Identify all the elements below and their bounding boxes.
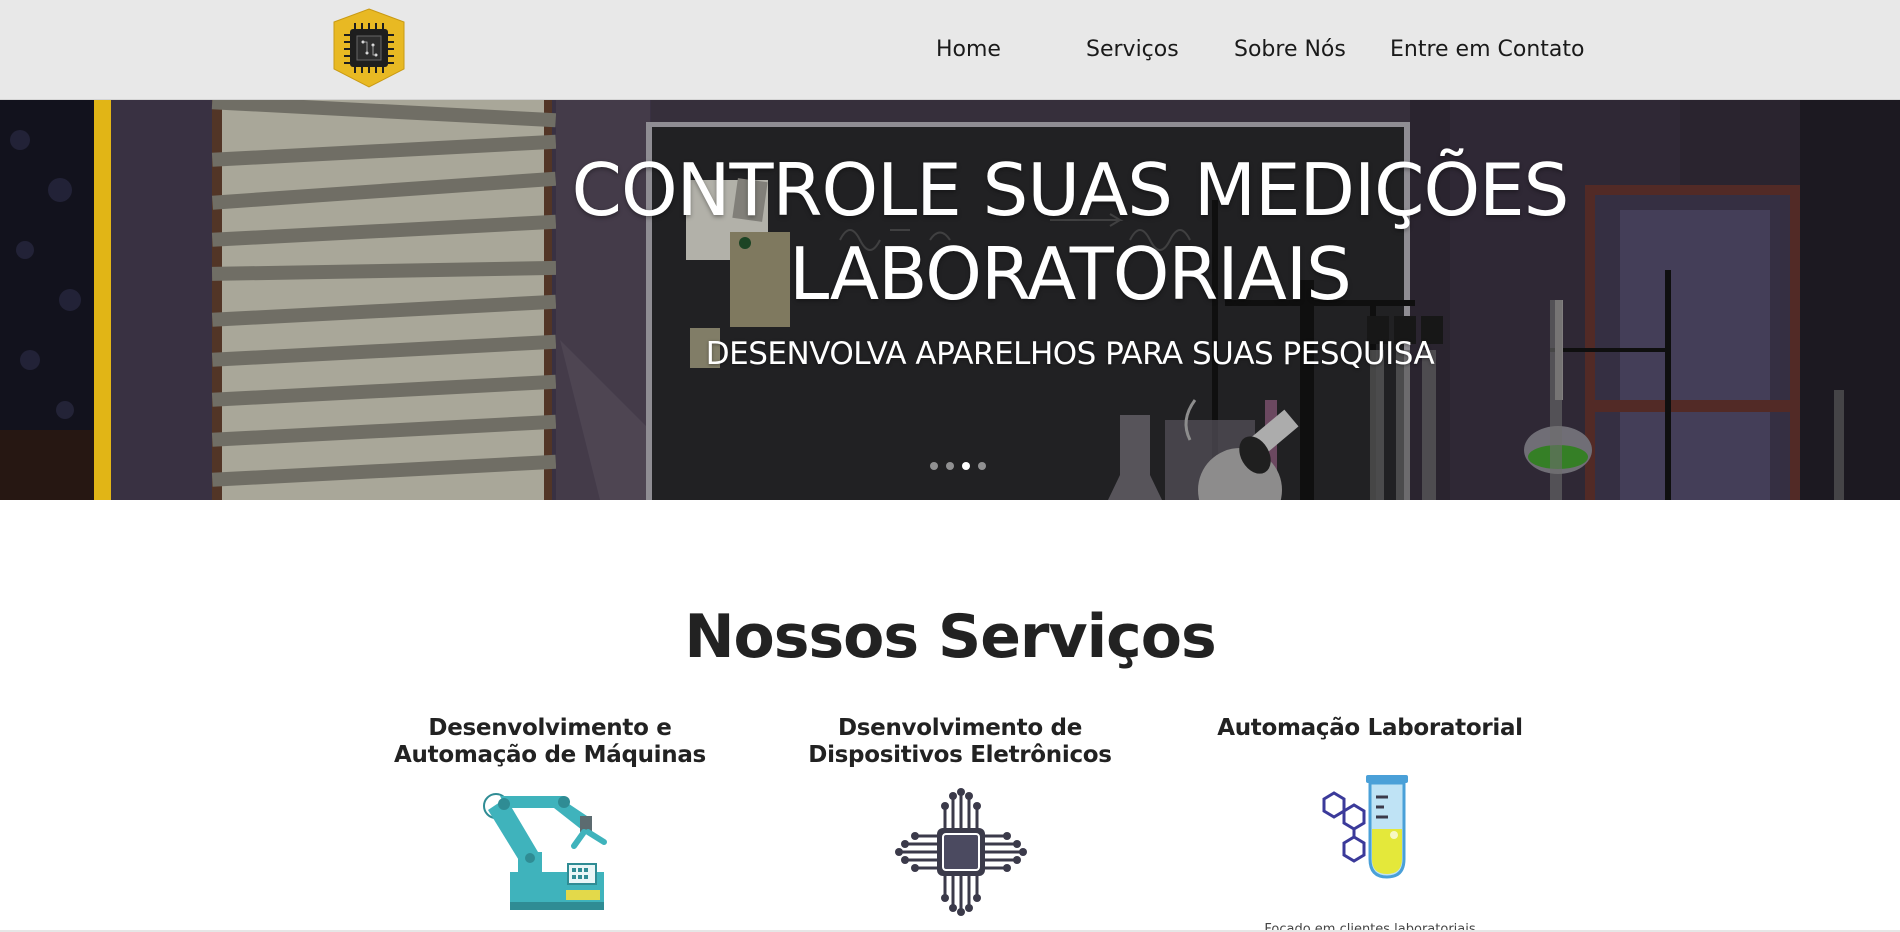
nav-servicos-link[interactable]: Serviços — [1086, 37, 1179, 62]
test-tube-molecule-icon — [1322, 775, 1408, 879]
carousel-dot[interactable] — [930, 462, 938, 470]
carousel-dot-active[interactable] — [962, 462, 970, 470]
hero-carousel: CONTROLE SUAS MEDIÇÕES LABORATORIAIS DES… — [0, 100, 1900, 500]
hero-subtitle: DESENVOLVA APARELHOS PARA SUAS PESQUISA — [705, 336, 1435, 372]
chip-logo-icon — [333, 8, 405, 88]
carousel-dot[interactable] — [978, 462, 986, 470]
services-title: Nossos Serviços — [684, 602, 1216, 672]
microchip-icon — [895, 788, 1027, 916]
navbar: Home Serviços Sobre Nós Entre em Contato — [0, 0, 1900, 100]
carousel-dot[interactable] — [946, 462, 954, 470]
nav-sobre-link[interactable]: Sobre Nós — [1234, 37, 1346, 62]
nav-contato-link[interactable]: Entre em Contato — [1390, 37, 1584, 62]
logo[interactable] — [330, 7, 408, 89]
robot-arm-icon — [483, 793, 607, 910]
hero-title: CONTROLE SUAS MEDIÇÕES LABORATORIAIS — [571, 148, 1570, 316]
nav-home-link[interactable]: Home — [936, 37, 1001, 62]
service-title-electronics: Dsenvolvimento de Dispositivos Eletrônic… — [808, 715, 1112, 768]
carousel-indicators — [930, 462, 986, 470]
service-title-machines: Desenvolvimento e Automação de Máquinas — [394, 715, 706, 768]
service-title-lab-automation: Automação Laboratorial — [1217, 715, 1523, 741]
